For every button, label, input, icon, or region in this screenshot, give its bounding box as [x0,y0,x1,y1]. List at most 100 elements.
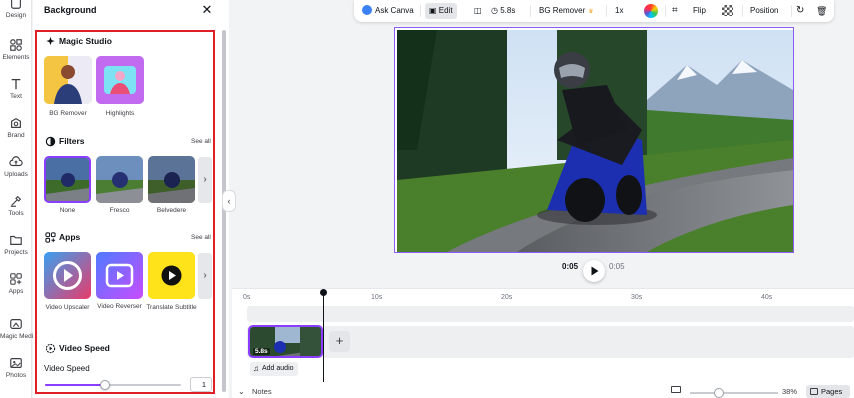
filter-none-thumb[interactable] [44,156,91,203]
filters-icon [45,136,56,147]
panel-header: Background ✕ [33,0,229,22]
rail-label: Photos [5,372,27,379]
add-clip-button[interactable]: + [329,331,350,352]
position-button[interactable]: Position [750,3,778,19]
notes-button[interactable]: Notes [252,387,272,396]
toolbar-divider [665,5,666,17]
rail-item-photos[interactable]: Photos [0,356,32,379]
empty-track[interactable] [247,306,854,322]
rail-item-magic-media[interactable]: Magic Media [0,317,37,340]
duration-label: 5.8s [500,6,516,15]
apps-icon [45,232,56,243]
rail-label: Design [5,12,27,19]
playhead[interactable] [323,290,324,382]
rail-label: Tools [8,210,24,217]
filter-fresco-thumb[interactable] [96,156,143,203]
rail-label: Uploads [4,171,28,178]
timeline-tick: 30s [631,294,643,301]
collapse-panel-button[interactable]: ‹ [222,190,236,212]
projects-icon [10,235,22,245]
toolbar-divider [791,5,792,17]
zoom-slider-thumb[interactable] [714,388,724,398]
apps-see-all-link[interactable]: See all [191,234,211,241]
rail-item-projects[interactable]: Projects [0,233,32,256]
rail-item-apps[interactable]: Apps [0,272,32,295]
context-toolbar: Ask Canva ▣ Edit ◫ ◷ 5.8s BG Remover ♛ 1x… [354,0,834,22]
translate-subtitle-thumb[interactable] [148,252,195,299]
close-icon[interactable]: ✕ [201,3,213,17]
zoom-slider[interactable] [690,392,778,394]
highlights-thumb[interactable] [96,56,144,104]
toolbar-divider [530,5,531,17]
video-speed-label: Video Speed [44,364,90,373]
motorcycle-video-frame [397,30,793,252]
music-note-icon: ♫ [253,364,259,373]
add-audio-button[interactable]: ♫ Add audio [250,362,298,376]
rail-item-tools[interactable]: Tools [0,194,32,217]
filter-belvedere-image [148,156,195,203]
video-speed-icon [45,343,56,354]
play-button[interactable] [583,260,605,282]
design-canvas[interactable] [394,27,794,253]
rail-label: Magic Media [0,333,37,340]
video-reverser-thumb[interactable] [96,252,143,299]
bg-remover-label: BG Remover [539,6,586,15]
rail-label: Elements [2,54,30,61]
magic-studio-title: Magic Studio [59,36,112,46]
animate-icon[interactable]: ↻ [796,3,804,19]
timeline-tick: 20s [501,294,513,301]
pages-button[interactable]: Pages [806,385,850,398]
ask-canva-icon [362,5,372,15]
slider-thumb[interactable] [99,380,110,390]
flip-button[interactable]: Flip [693,3,706,19]
chevron-down-icon[interactable]: ⌄ [238,387,245,396]
pages-icon [810,388,818,395]
play-icon [591,266,599,276]
apps-next-button[interactable]: › [198,253,212,299]
timeline-tick: 0s [243,294,251,301]
bg-remover-button[interactable]: BG Remover ♛ [539,3,594,19]
crop-icon[interactable]: ⌗ [672,3,678,19]
split-icon[interactable]: ◫ [474,3,482,19]
timeline-tick: 40s [761,294,773,301]
video-speed-title: Video Speed [59,343,110,353]
trash-icon[interactable]: 🗑 [816,3,827,19]
video-upscaler-icon [53,261,82,290]
playhead-handle[interactable] [320,289,327,296]
speed-button[interactable]: 1x [615,3,623,19]
bg-remover-label: BG Remover [49,110,87,117]
filters-see-all-link[interactable]: See all [191,138,211,145]
apps-icon [10,273,22,285]
transparency-icon[interactable] [722,5,733,16]
bg-remover-thumb[interactable] [44,56,92,104]
timer-icon: ◷ [491,6,501,15]
edit-button[interactable]: ▣ Edit [425,3,457,19]
rail-label: Brand [7,132,25,139]
rail-item-design[interactable]: Design [0,0,32,19]
color-wheel-icon[interactable] [644,4,658,18]
rail-item-text[interactable]: Text [0,77,32,100]
ask-canva-button[interactable]: Ask Canva [362,3,414,19]
rail-item-brand[interactable]: Brand [0,116,32,139]
fit-screen-icon[interactable] [671,386,681,393]
video-upscaler-thumb[interactable] [44,252,91,299]
current-time: 0:05 [562,262,579,271]
brand-icon [11,117,21,128]
slider-fill [45,384,105,386]
duration-button[interactable]: ◷ 5.8s [491,3,515,19]
video-clip[interactable]: 5.8s [248,325,323,358]
video-speed-slider[interactable] [45,380,181,390]
rail-item-uploads[interactable]: Uploads [0,155,32,178]
bg-remover-image [44,56,92,104]
filters-next-button[interactable]: › [198,157,212,203]
rail-label: Projects [4,249,28,256]
rail-item-elements[interactable]: Elements [0,38,32,61]
filter-belvedere-thumb[interactable] [148,156,195,203]
uploads-icon [9,156,23,167]
ask-canva-label: Ask Canva [375,6,414,15]
photos-icon [10,358,22,368]
zoom-level: 38% [782,387,798,396]
sparkle-icon [46,36,55,46]
video-speed-input[interactable]: 1 [190,377,212,392]
magic-media-icon [10,319,22,329]
